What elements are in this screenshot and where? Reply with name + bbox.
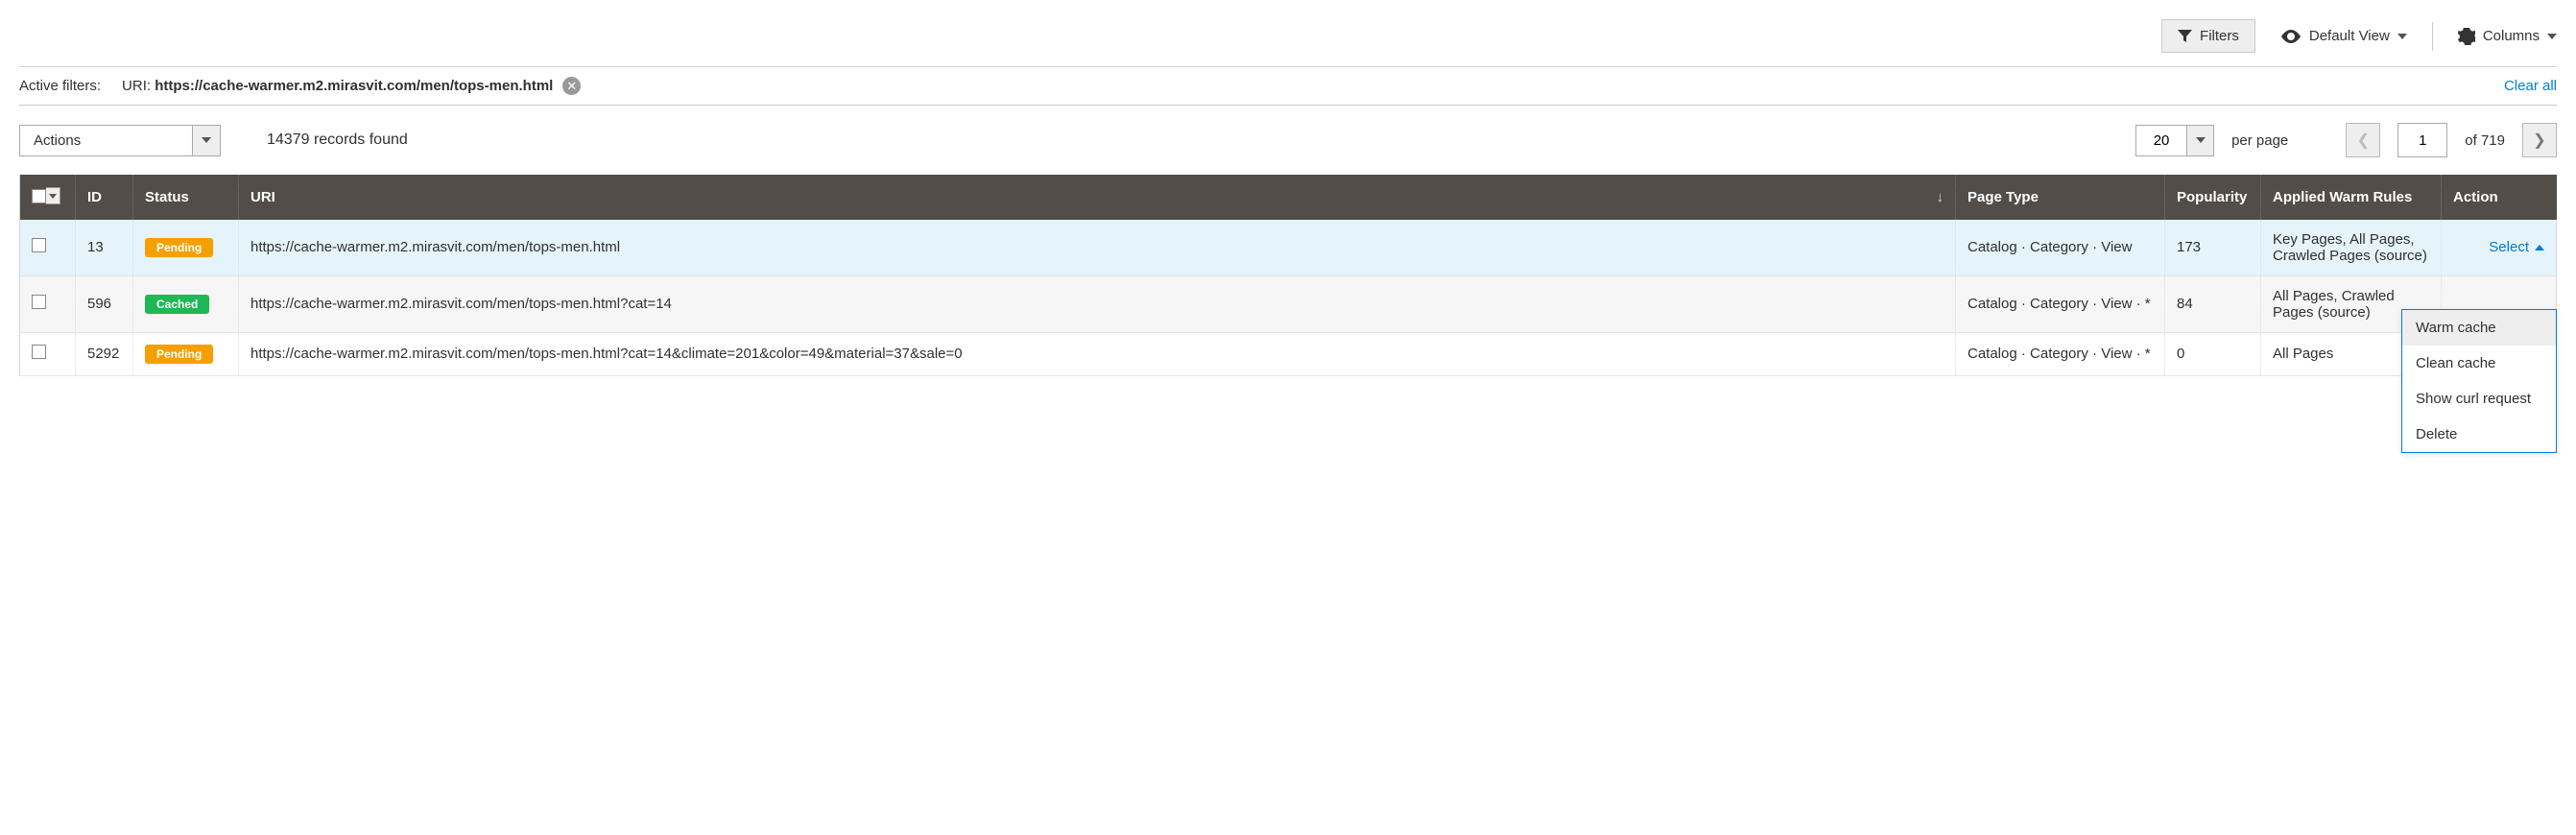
filters-button[interactable]: Filters xyxy=(2161,19,2255,53)
filter-chip: URI: https://cache-warmer.m2.mirasvit.co… xyxy=(122,77,581,95)
cell-popularity: 173 xyxy=(2165,220,2261,276)
table-row: 13 Pending https://cache-warmer.m2.miras… xyxy=(20,220,2557,276)
action-warm-cache[interactable]: Warm cache xyxy=(2402,310,2556,346)
active-filters-label: Active filters: xyxy=(19,78,101,94)
current-page-input[interactable] xyxy=(2397,123,2447,157)
filter-icon xyxy=(2178,30,2192,43)
chevron-down-icon xyxy=(2196,137,2206,143)
cell-uri: https://cache-warmer.m2.mirasvit.com/men… xyxy=(239,220,1956,276)
chevron-down-icon xyxy=(202,137,211,143)
table-row: 5292 Pending https://cache-warmer.m2.mir… xyxy=(20,332,2557,375)
table-row: 596 Cached https://cache-warmer.m2.miras… xyxy=(20,275,2557,332)
actions-dropdown-toggle[interactable] xyxy=(192,125,221,156)
gear-icon xyxy=(2458,28,2475,45)
cell-page-type: Catalog · Category · View · * xyxy=(1956,275,2165,332)
chevron-up-icon xyxy=(2535,245,2544,250)
cell-id: 5292 xyxy=(76,332,133,375)
columns-toggle[interactable]: Columns xyxy=(2458,28,2557,45)
status-badge: Cached xyxy=(145,295,209,314)
next-page-button[interactable]: ❯ xyxy=(2522,123,2557,157)
columns-label: Columns xyxy=(2483,28,2540,44)
controls-row: Actions 14379 records found per page ❮ o… xyxy=(19,106,2557,175)
col-checkbox[interactable] xyxy=(20,175,76,220)
cell-page-type: Catalog · Category · View xyxy=(1956,220,2165,276)
cell-uri: https://cache-warmer.m2.mirasvit.com/men… xyxy=(239,275,1956,332)
action-delete[interactable]: Delete xyxy=(2402,417,2556,452)
cell-page-type: Catalog · Category · View · * xyxy=(1956,332,2165,375)
prev-page-button[interactable]: ❮ xyxy=(2346,123,2380,157)
row-checkbox[interactable] xyxy=(32,345,46,359)
clear-all-link[interactable]: Clear all xyxy=(2504,78,2557,94)
remove-filter-icon[interactable]: ✕ xyxy=(562,77,581,95)
chevron-down-icon xyxy=(2547,34,2557,39)
col-popularity[interactable]: Popularity xyxy=(2165,175,2261,220)
filter-chip-prefix: URI: xyxy=(122,78,151,94)
actions-label: Actions xyxy=(19,125,192,156)
default-view-label: Default View xyxy=(2309,28,2390,44)
active-filters-bar: Active filters: URI: https://cache-warme… xyxy=(19,66,2557,106)
table-header-row: ID Status URI↓ Page Type Popularity Appl… xyxy=(20,175,2557,220)
page-size-input[interactable] xyxy=(2135,125,2187,156)
chevron-down-icon xyxy=(2397,34,2407,39)
row-action-select[interactable]: Select xyxy=(2489,239,2544,255)
row-checkbox[interactable] xyxy=(32,238,46,252)
row-action-menu: Warm cache Clean cache Show curl request… xyxy=(2401,309,2557,453)
cell-popularity: 0 xyxy=(2165,332,2261,375)
divider xyxy=(2432,22,2433,51)
row-checkbox[interactable] xyxy=(32,295,46,309)
actions-select[interactable]: Actions xyxy=(19,125,221,156)
top-toolbar: Filters Default View Columns xyxy=(19,15,2557,66)
col-action[interactable]: Action xyxy=(2442,175,2557,220)
action-show-curl[interactable]: Show curl request xyxy=(2402,381,2556,417)
col-rules[interactable]: Applied Warm Rules xyxy=(2261,175,2442,220)
status-badge: Pending xyxy=(145,238,213,257)
col-uri[interactable]: URI↓ xyxy=(239,175,1956,220)
filter-chip-value: https://cache-warmer.m2.mirasvit.com/men… xyxy=(155,78,553,94)
filters-label: Filters xyxy=(2200,28,2239,44)
page-size-dropdown-toggle[interactable] xyxy=(2187,125,2214,156)
col-status[interactable]: Status xyxy=(133,175,239,220)
records-found: 14379 records found xyxy=(267,131,408,149)
cell-id: 596 xyxy=(76,275,133,332)
status-badge: Pending xyxy=(145,345,213,364)
eye-icon xyxy=(2280,30,2302,43)
cell-uri: https://cache-warmer.m2.mirasvit.com/men… xyxy=(239,332,1956,375)
select-all-dropdown[interactable] xyxy=(46,187,60,204)
cell-rules: Key Pages, All Pages, Crawled Pages (sou… xyxy=(2261,220,2442,276)
cell-popularity: 84 xyxy=(2165,275,2261,332)
select-all-checkbox[interactable] xyxy=(32,189,46,203)
col-id[interactable]: ID xyxy=(76,175,133,220)
data-grid: ID Status URI↓ Page Type Popularity Appl… xyxy=(19,175,2557,376)
per-page-label: per page xyxy=(2231,132,2288,149)
cell-id: 13 xyxy=(76,220,133,276)
sort-desc-icon: ↓ xyxy=(1937,189,1944,205)
action-clean-cache[interactable]: Clean cache xyxy=(2402,346,2556,381)
of-pages-label: of 719 xyxy=(2465,132,2505,149)
default-view-toggle[interactable]: Default View xyxy=(2280,28,2407,44)
col-page-type[interactable]: Page Type xyxy=(1956,175,2165,220)
page-size-select[interactable] xyxy=(2135,125,2214,156)
